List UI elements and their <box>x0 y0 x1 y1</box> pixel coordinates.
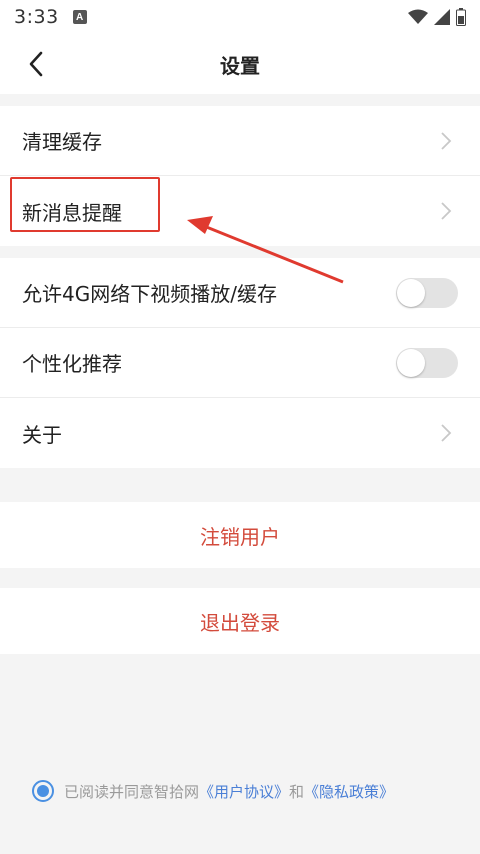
chevron-right-icon <box>441 424 452 442</box>
status-time: 3:33 <box>14 6 59 28</box>
logout-label: 退出登录 <box>200 610 280 635</box>
nav-bar: 设置 <box>0 34 480 94</box>
chevron-right-icon <box>441 131 452 150</box>
allow-4g-video-toggle[interactable] <box>396 277 458 308</box>
user-agreement-link[interactable]: 《用户协议》 <box>199 781 289 802</box>
agreement-line: 已阅读并同意智拾网 《用户协议》 和 《隐私政策》 <box>32 780 472 802</box>
status-icons <box>408 8 466 26</box>
toggle-knob <box>397 348 425 377</box>
page-title: 设置 <box>220 53 260 78</box>
privacy-policy-link[interactable]: 《隐私政策》 <box>304 781 394 802</box>
back-button[interactable] <box>18 46 54 82</box>
radio-checked-dot <box>37 785 49 797</box>
status-bar: 3:33 A <box>0 0 480 34</box>
chevron-right-icon <box>441 202 452 220</box>
back-arrow-icon <box>29 51 43 77</box>
personalized-recommendation-row: 个性化推荐 <box>0 328 480 398</box>
agreement-and: 和 <box>289 782 305 801</box>
personalized-recommendation-toggle[interactable] <box>396 347 458 378</box>
new-message-alert-row[interactable]: 新消息提醒 <box>0 176 480 246</box>
wifi-icon <box>408 9 428 24</box>
allow-4g-video-row: 允许4G网络下视频播放/缓存 <box>0 258 480 328</box>
settings-group-general: 清理缓存 新消息提醒 <box>0 106 480 246</box>
clear-cache-row[interactable]: 清理缓存 <box>0 106 480 176</box>
agreement-radio[interactable] <box>32 780 54 802</box>
settings-group-preferences: 允许4G网络下视频播放/缓存 个性化推荐 关于 <box>0 258 480 468</box>
logout-button[interactable]: 退出登录 <box>0 588 480 654</box>
battery-icon <box>456 8 466 26</box>
toggle-knob <box>397 278 425 307</box>
agreement-prefix: 已阅读并同意智拾网 <box>64 782 200 801</box>
about-row[interactable]: 关于 <box>0 398 480 468</box>
personalized-recommendation-label: 个性化推荐 <box>22 352 122 376</box>
deregister-user-label: 注销用户 <box>200 524 280 549</box>
new-message-alert-label: 新消息提醒 <box>22 200 122 225</box>
about-label: 关于 <box>22 422 62 447</box>
clear-cache-label: 清理缓存 <box>22 130 102 154</box>
notification-icon: A <box>72 10 87 24</box>
signal-icon <box>434 9 450 25</box>
allow-4g-video-label: 允许4G网络下视频播放/缓存 <box>22 282 277 306</box>
deregister-user-button[interactable]: 注销用户 <box>0 502 480 568</box>
